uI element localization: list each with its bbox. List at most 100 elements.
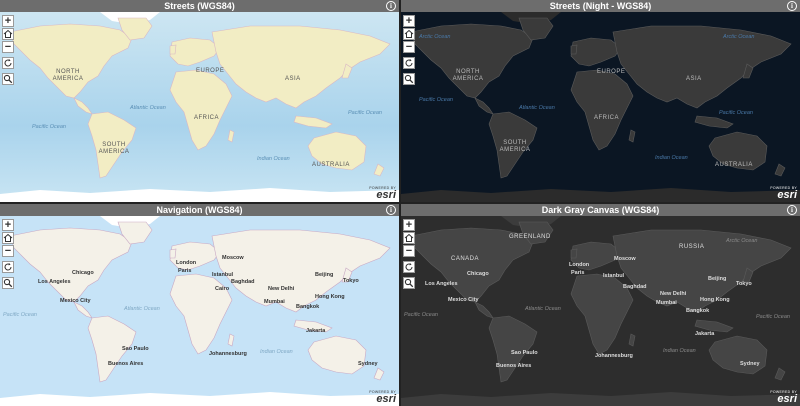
- home-button[interactable]: [403, 28, 415, 40]
- continent-label: AUSTRALIA: [312, 162, 350, 168]
- info-icon[interactable]: i: [386, 205, 396, 215]
- zoom-out-button[interactable]: −: [403, 245, 415, 257]
- city-label: Chicago: [467, 271, 489, 277]
- uk: [169, 248, 177, 259]
- world-map: [0, 12, 399, 202]
- info-icon[interactable]: i: [787, 1, 797, 11]
- zoom-out-button[interactable]: −: [2, 41, 14, 53]
- europe: [570, 37, 622, 67]
- map-controls: + −: [403, 219, 416, 290]
- search-icon: [404, 74, 414, 84]
- antarctica: [401, 392, 800, 406]
- refresh-button[interactable]: [403, 57, 415, 69]
- search-button[interactable]: [403, 277, 415, 289]
- central-america: [73, 301, 93, 319]
- search-icon: [3, 74, 13, 84]
- city-label: Baghdad: [231, 279, 255, 285]
- city-label: Los Angeles: [38, 279, 71, 285]
- central-america: [73, 97, 93, 115]
- home-button[interactable]: [2, 232, 14, 244]
- info-icon[interactable]: i: [787, 205, 797, 215]
- city-label: Hong Kong: [315, 294, 345, 300]
- home-icon: [3, 233, 13, 242]
- zoom-out-button[interactable]: −: [2, 245, 14, 257]
- city-label: Baghdad: [623, 284, 647, 290]
- map-view[interactable]: [0, 12, 399, 202]
- new-zealand: [774, 163, 786, 177]
- uk: [570, 248, 578, 259]
- search-button[interactable]: [403, 73, 415, 85]
- esri-attribution[interactable]: POWERED BY esri: [770, 186, 797, 201]
- zoom-out-button[interactable]: −: [403, 41, 415, 53]
- world-map: [0, 216, 399, 406]
- refresh-button[interactable]: [2, 261, 14, 273]
- panel-streets-night: Streets (Night - WGS84) i + − NORTH AMER…: [401, 0, 800, 202]
- city-label: Sydney: [740, 361, 760, 367]
- panel-title: Dark Gray Canvas (WGS84): [541, 205, 660, 215]
- continent-label: AFRICA: [594, 115, 620, 121]
- new-zealand: [373, 163, 385, 177]
- continent-label: RUSSIA: [679, 244, 705, 250]
- search-button[interactable]: [2, 73, 14, 85]
- esri-attribution[interactable]: POWERED BY esri: [369, 186, 396, 201]
- city-label: Bangkok: [296, 304, 320, 310]
- continent-label: ASIA: [686, 76, 702, 82]
- panel-title-bar: Dark Gray Canvas (WGS84) i: [401, 204, 800, 216]
- city-label: Los Angeles: [425, 281, 458, 287]
- map-view[interactable]: [401, 12, 800, 202]
- city-label: Moscow: [222, 255, 244, 261]
- city-label: Mexico City: [60, 298, 91, 304]
- ocean-label: Pacific Ocean: [719, 110, 753, 116]
- ocean-label: Pacific Ocean: [3, 312, 37, 318]
- home-button[interactable]: [403, 232, 415, 244]
- esri-logo: esri: [376, 393, 396, 405]
- refresh-icon: [4, 263, 12, 271]
- refresh-icon: [4, 59, 12, 67]
- map-view[interactable]: [401, 216, 800, 406]
- ocean-label: Arctic Ocean: [419, 34, 451, 40]
- city-label: Bangkok: [686, 308, 710, 314]
- city-label: London: [569, 262, 590, 268]
- home-button[interactable]: [2, 28, 14, 40]
- zoom-in-button[interactable]: +: [2, 219, 14, 231]
- panel-title-bar: Streets (WGS84) i: [0, 0, 399, 12]
- esri-attribution[interactable]: POWERED BY esri: [770, 390, 797, 405]
- map-controls: + −: [2, 219, 15, 290]
- map-view[interactable]: [0, 216, 399, 406]
- zoom-in-button[interactable]: +: [403, 15, 415, 27]
- city-label: Hong Kong: [700, 297, 730, 303]
- new-zealand: [774, 367, 786, 381]
- esri-attribution[interactable]: POWERED BY esri: [369, 390, 396, 405]
- ocean-label: Pacific Ocean: [404, 312, 438, 318]
- city-label: Mexico City: [448, 297, 479, 303]
- search-button[interactable]: [2, 277, 14, 289]
- city-label: New Delhi: [660, 291, 687, 297]
- continent-label: NORTH AMERICA: [452, 69, 484, 82]
- ocean-label: Atlantic Ocean: [519, 105, 555, 111]
- city-label: Mumbai: [264, 299, 285, 305]
- central-america: [474, 301, 494, 319]
- refresh-button[interactable]: [2, 57, 14, 69]
- indonesia: [293, 115, 333, 129]
- asia: [211, 229, 391, 313]
- refresh-button[interactable]: [403, 261, 415, 273]
- ocean-label: Pacific Ocean: [756, 314, 790, 320]
- city-label: Mumbai: [656, 300, 677, 306]
- map-controls: + −: [403, 15, 416, 86]
- continent-label: EUROPE: [196, 68, 225, 74]
- city-label: Johannesburg: [595, 353, 633, 359]
- home-icon: [404, 233, 414, 242]
- city-label: Sydney: [358, 361, 378, 367]
- new-zealand: [373, 367, 385, 381]
- ocean-label: Indian Ocean: [655, 155, 688, 161]
- panel-streets: Streets (WGS84) i + − NORTH AMERICA SOUT…: [0, 0, 399, 202]
- ocean-label: Indian Ocean: [260, 349, 293, 355]
- continent-label: EUROPE: [597, 69, 626, 75]
- panel-title-bar: Navigation (WGS84) i: [0, 204, 399, 216]
- panel-navigation: Navigation (WGS84) i + − Chicago Los Ang…: [0, 204, 399, 406]
- esri-logo: esri: [777, 189, 797, 201]
- info-icon[interactable]: i: [386, 1, 396, 11]
- zoom-in-button[interactable]: +: [2, 15, 14, 27]
- zoom-in-button[interactable]: +: [403, 219, 415, 231]
- australia: [708, 335, 768, 375]
